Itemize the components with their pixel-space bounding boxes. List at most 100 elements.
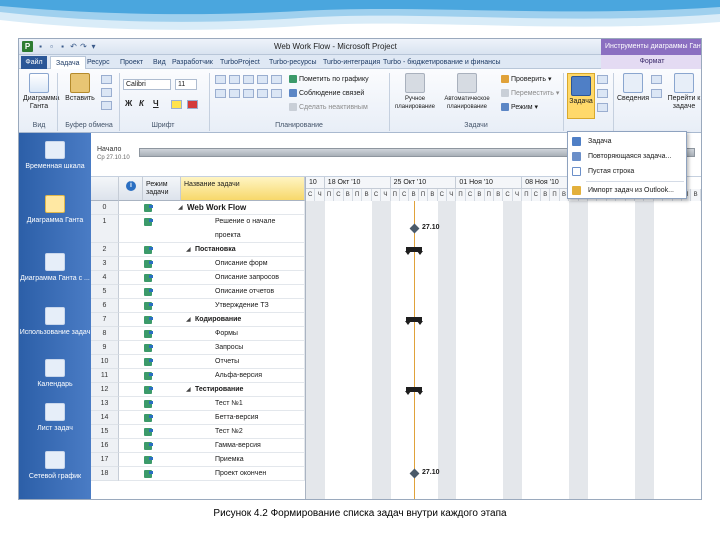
row-number[interactable]: 13 (91, 397, 119, 411)
milestone-marker[interactable] (409, 223, 420, 234)
table-row[interactable]: Формы (119, 327, 305, 341)
select-all-header[interactable] (91, 177, 119, 201)
table-row[interactable]: Описание отчетов (119, 285, 305, 299)
copy-format-icon[interactable] (101, 88, 112, 97)
row-number[interactable]: 18 (91, 467, 119, 481)
font-color-icon[interactable] (187, 100, 198, 109)
row-number[interactable]: 17 (91, 453, 119, 467)
collapse-triangle-icon[interactable]: ◢ (186, 243, 191, 257)
table-row[interactable]: Описание форм (119, 257, 305, 271)
table-row[interactable]: Тест №2 (119, 425, 305, 439)
table-row[interactable]: Утверждение ТЗ (119, 299, 305, 313)
row-number[interactable]: 14 (91, 411, 119, 425)
row-number[interactable]: 11 (91, 369, 119, 383)
auto-schedule-button[interactable]: Автоматическое планирование (439, 73, 495, 111)
italic-button[interactable]: К (139, 99, 144, 108)
progress-25-icon[interactable] (229, 75, 240, 84)
details-icon[interactable] (651, 89, 662, 98)
move-button[interactable]: Переместить ▾ (501, 89, 559, 99)
mark-on-track-button[interactable]: Пометить по графику (289, 75, 369, 85)
row-number[interactable]: 6 (91, 299, 119, 313)
task-name-column-header[interactable]: Название задачи (181, 177, 305, 201)
table-row[interactable]: Проект окончен (119, 467, 305, 481)
font-name-combobox[interactable]: Calibri (123, 79, 171, 90)
progress-75-icon[interactable] (257, 75, 268, 84)
milestone-marker[interactable] (409, 468, 420, 479)
collapse-triangle-icon[interactable]: ◢ (178, 201, 183, 215)
row-number[interactable]: 0 (91, 201, 119, 215)
move-left-icon[interactable] (215, 89, 226, 98)
cut-icon[interactable] (101, 75, 112, 84)
view-timeline[interactable]: Временная шкала (19, 141, 91, 171)
view-gantt-chart[interactable]: Диаграмма Ганта (19, 195, 91, 225)
respect-links-button[interactable]: Соблюдение связей (289, 89, 364, 99)
tab-format[interactable]: Формат (601, 55, 701, 69)
manual-schedule-button[interactable]: Ручное планирование (393, 73, 437, 111)
row-number[interactable]: 9 (91, 341, 119, 355)
copy-icon[interactable]: ▪ (58, 42, 67, 51)
view-tracking-gantt[interactable]: Диаграмма Ганта с ... (19, 253, 91, 283)
tab-file[interactable]: Файл (21, 56, 47, 69)
move-right-icon[interactable] (229, 89, 240, 98)
inactivate-button[interactable]: Сделать неактивным (289, 103, 368, 113)
summary-icon[interactable] (597, 75, 608, 84)
link-tasks-icon[interactable] (243, 89, 254, 98)
tab-task[interactable]: Задача (50, 56, 86, 69)
tab-resource[interactable]: Ресурс (87, 56, 110, 69)
view-network-diagram[interactable]: Сетевой график (19, 451, 91, 481)
row-number[interactable]: 15 (91, 425, 119, 439)
progress-100-icon[interactable] (271, 75, 282, 84)
mode-button[interactable]: Режим ▾ (501, 103, 538, 113)
menu-item-blank-row[interactable]: Пустая строка (568, 164, 686, 179)
save-icon[interactable]: ▪ (36, 42, 45, 51)
row-number[interactable]: 8 (91, 327, 119, 341)
bold-button[interactable]: Ж (125, 99, 132, 108)
view-task-sheet[interactable]: Лист задач (19, 403, 91, 433)
table-row[interactable]: Приемка (119, 453, 305, 467)
tab-developer[interactable]: Разработчик (172, 56, 213, 69)
row-number[interactable]: 2 (91, 243, 119, 257)
gantt-chart-view-button[interactable]: Диаграмма Ганта (23, 73, 59, 111)
menu-item-recurring-task[interactable]: Повторяющаяся задача... (568, 149, 686, 164)
highlight-color-icon[interactable] (171, 100, 182, 109)
tab-turboproject[interactable]: TurboProject (220, 56, 260, 69)
table-row[interactable]: Альфа-версия (119, 369, 305, 383)
undo-icon[interactable]: ↶ (69, 42, 78, 51)
row-number[interactable]: 5 (91, 285, 119, 299)
redo-icon[interactable]: ↷ (79, 42, 88, 51)
row-number[interactable]: 7 (91, 313, 119, 327)
row-number[interactable]: 4 (91, 271, 119, 285)
table-row[interactable]: Отчеты (119, 355, 305, 369)
gantt-chart[interactable]: 10 18 Окт '10 25 Окт '10 01 Ноя '10 08 Ноя '… (305, 177, 701, 499)
menu-item-import-outlook[interactable]: Импорт задач из Outlook... (568, 183, 686, 198)
row-number[interactable]: 12 (91, 383, 119, 397)
notes-icon[interactable] (651, 75, 662, 84)
table-row[interactable]: Решение о начале проекта (119, 215, 305, 243)
insert-task-button[interactable]: Задача (567, 73, 595, 119)
milestone-icon[interactable] (597, 89, 608, 98)
progress-0-icon[interactable] (215, 75, 226, 84)
print-icon[interactable]: ▫ (47, 42, 56, 51)
tab-project[interactable]: Проект (120, 56, 143, 69)
table-row[interactable]: ◢ Тестирование (119, 383, 305, 397)
indicators-column-header[interactable]: i (119, 177, 143, 201)
unlink-tasks-icon[interactable] (257, 89, 268, 98)
font-size-combobox[interactable]: 11 (175, 79, 197, 90)
table-row[interactable]: Гамма-версия (119, 439, 305, 453)
collapse-triangle-icon[interactable]: ◢ (186, 313, 191, 327)
tab-turbo-resources[interactable]: Turbo-ресурсы (269, 56, 317, 69)
table-row[interactable]: Описание запросов (119, 271, 305, 285)
information-button[interactable]: Сведения (617, 73, 649, 103)
project-app-icon[interactable]: P (22, 41, 33, 52)
summary-bar[interactable] (405, 247, 423, 255)
deliverable-icon[interactable] (597, 103, 608, 112)
paste-button[interactable]: Вставить (63, 73, 97, 103)
view-task-usage[interactable]: Использование задач (19, 307, 91, 337)
summary-bar[interactable] (405, 387, 423, 395)
table-row[interactable]: ◢ Кодирование (119, 313, 305, 327)
tab-turbo-budget[interactable]: Turbo - бюджетирование и финансы (383, 56, 501, 69)
split-task-icon[interactable] (271, 89, 282, 98)
underline-button[interactable]: Ч (153, 99, 159, 108)
menu-item-task[interactable]: Задача (568, 134, 686, 149)
table-row[interactable]: Запросы (119, 341, 305, 355)
